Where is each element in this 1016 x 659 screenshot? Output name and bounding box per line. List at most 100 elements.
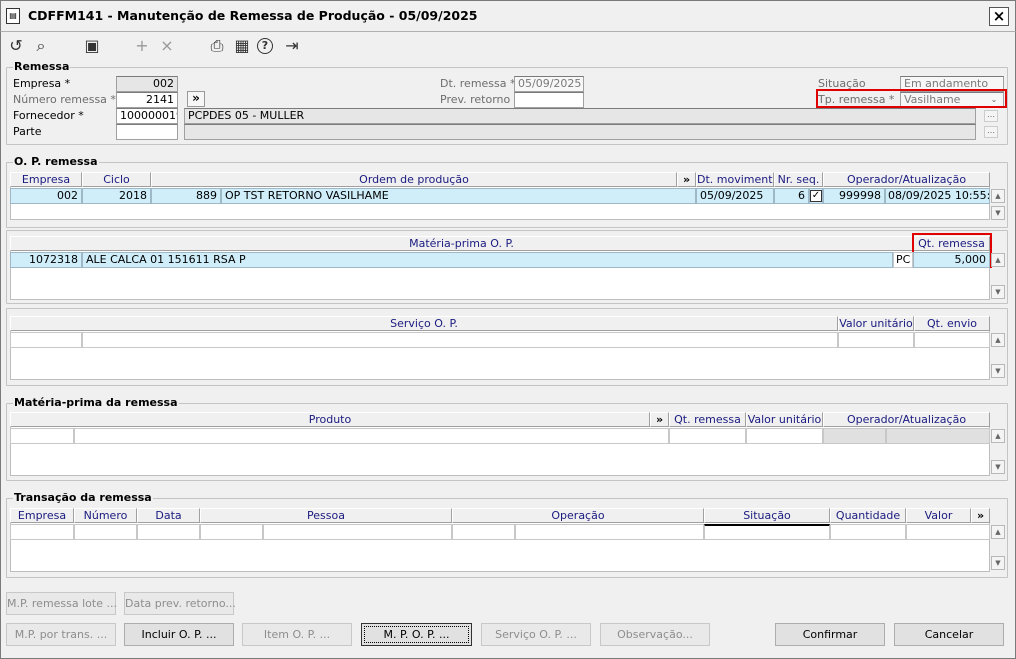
scroll-down-icon[interactable]: ▼ [991,556,1005,570]
mp-op-row-code[interactable]: 1072318 [10,252,82,268]
mp-op-row-un[interactable]: PC [893,252,913,268]
scroll-down-icon[interactable]: ▼ [991,364,1005,378]
op-row-dt-movimento[interactable]: 05/09/2025 [696,188,774,204]
print-icon[interactable]: ⎙ [207,36,227,56]
op-row-ciclo[interactable]: 2018 [82,188,151,204]
prev-retorno-field[interactable] [514,92,584,108]
scroll-up-icon[interactable]: ▲ [991,429,1005,443]
add-icon[interactable]: + [132,36,152,56]
mp-remessa-header-produto[interactable]: Produto [10,412,650,427]
scroll-up-icon[interactable]: ▲ [991,189,1005,203]
transacao-row-cell[interactable] [515,524,704,540]
op-header-operador[interactable]: Operador/Atualização [823,172,990,187]
fornecedor-name-field: PCPDES 05 - MULLER [184,108,976,124]
numero-remessa-label: Número remessa * [13,93,116,106]
transacao-header-data[interactable]: Data [137,508,200,523]
cancelar-button[interactable]: Cancelar [894,623,1004,646]
numero-lookup-button[interactable]: » [187,91,205,107]
op-row-nr-seq[interactable]: 6 [774,188,809,204]
op-header-ciclo[interactable]: Ciclo [82,172,151,187]
parte-field[interactable] [116,124,178,140]
fornecedor-dots-icon[interactable]: ⋯ [984,110,998,122]
transacao-row-cell[interactable] [452,524,515,540]
transacao-row-cell[interactable] [10,524,74,540]
mp-remessa-row-cell[interactable] [669,428,746,444]
item-op-button[interactable]: Item O. P. ... [242,623,352,646]
transacao-row-cell[interactable] [74,524,137,540]
op-header-nr-seq[interactable]: Nr. seq. [774,172,823,187]
op-header-more[interactable]: » [677,172,696,187]
servico-row-cell[interactable] [82,332,838,348]
parte-dots-icon[interactable]: ⋯ [984,126,998,138]
transacao-header-quantidade[interactable]: Quantidade [830,508,906,523]
mp-op-header[interactable]: Matéria-prima O. P. [10,236,913,251]
servico-op-header-qt[interactable]: Qt. envio [914,316,990,331]
op-row-operador[interactable]: 999998 [823,188,885,204]
empresa-field[interactable]: 002 [116,76,178,92]
op-row-empresa[interactable]: 002 [10,188,82,204]
mp-remessa-row-cell[interactable] [74,428,669,444]
mp-op-row-desc[interactable]: ALE CALCA 01 151611 RSA P [82,252,893,268]
servico-op-header-valor[interactable]: Valor unitário [838,316,914,331]
op-header-ordem[interactable]: Ordem de produção [151,172,677,187]
op-header-empresa[interactable]: Empresa [10,172,82,187]
transacao-header-operacao[interactable]: Operação [452,508,704,523]
incluir-op-button[interactable]: Incluir O. P. ... [124,623,234,646]
transacao-row-cell[interactable] [704,524,830,540]
op-row-checkbox[interactable]: ✓ [810,190,822,202]
mp-remessa-header-valor[interactable]: Valor unitário [746,412,823,427]
servico-row-cell[interactable] [914,332,990,348]
scroll-down-icon[interactable]: ▼ [991,285,1005,299]
op-row-ordem-num[interactable]: 889 [151,188,221,204]
refresh-icon[interactable]: ↺ [6,36,26,56]
calendar-icon[interactable]: ▦ [232,36,252,56]
op-row-ordem-desc[interactable]: OP TST RETORNO VASILHAME [221,188,696,204]
confirmar-button[interactable]: Confirmar [775,623,885,646]
scroll-up-icon[interactable]: ▲ [991,525,1005,539]
dt-remessa-field[interactable]: 05/09/2025 [514,76,584,92]
search-icon[interactable]: ⌕ [31,36,51,56]
transacao-header-valor[interactable]: Valor [906,508,971,523]
transacao-header-empresa[interactable]: Empresa [10,508,74,523]
mp-remessa-header-operador[interactable]: Operador/Atualização [823,412,990,427]
op-header-dt-movimento[interactable]: Dt. movimento [696,172,774,187]
tp-remessa-highlight [816,89,1007,108]
exit-icon[interactable]: ⇥ [282,36,302,56]
transacao-header-pessoa[interactable]: Pessoa [200,508,452,523]
fornecedor-label: Fornecedor * [13,109,84,122]
parte-label: Parte [13,125,42,138]
mpop-button[interactable]: M. P. O. P. ... [361,623,472,646]
scroll-up-icon[interactable]: ▲ [991,333,1005,347]
scroll-down-icon[interactable]: ▼ [991,206,1005,220]
transacao-row-cell[interactable] [137,524,200,540]
servico-op-header[interactable]: Serviço O. P. [10,316,838,331]
mp-remessa-lote-button[interactable]: M.P. remessa lote ... [6,592,117,615]
mp-remessa-header-more[interactable]: » [650,412,669,427]
data-prev-retorno-button[interactable]: Data prev. retorno... [124,592,236,615]
fornecedor-code-field[interactable]: 100000019 [116,108,178,124]
transacao-header-situacao[interactable]: Situação [704,508,830,523]
scroll-down-icon[interactable]: ▼ [991,460,1005,474]
mp-remessa-row-cell[interactable] [10,428,74,444]
scroll-up-icon[interactable]: ▲ [991,253,1005,267]
transacao-row-cell[interactable] [906,524,990,540]
servico-op-button[interactable]: Serviço O. P. ... [481,623,591,646]
close-button[interactable]: × [989,7,1009,26]
observacao-button[interactable]: Observação... [600,623,710,646]
mp-remessa-row-cell[interactable] [746,428,823,444]
delete-icon[interactable]: × [157,36,177,56]
mp-por-trans-button[interactable]: M.P. por trans. ... [6,623,116,646]
mp-remessa-header-qt[interactable]: Qt. remessa [669,412,746,427]
mp-op-row-qt[interactable]: 5,000 [913,252,990,268]
numero-remessa-field[interactable]: 2141 [116,92,178,108]
transacao-row-cell[interactable] [263,524,452,540]
transacao-header-more[interactable]: » [971,508,990,523]
help-icon[interactable]: ? [257,38,273,54]
transacao-header-numero[interactable]: Número [74,508,137,523]
servico-row-cell[interactable] [10,332,82,348]
transacao-row-cell[interactable] [200,524,263,540]
transacao-row-cell[interactable] [830,524,906,540]
save-icon[interactable]: ▣ [82,36,102,56]
op-row-atualizacao[interactable]: 08/09/2025 10:55:01 [885,188,990,204]
servico-row-cell[interactable] [838,332,914,348]
